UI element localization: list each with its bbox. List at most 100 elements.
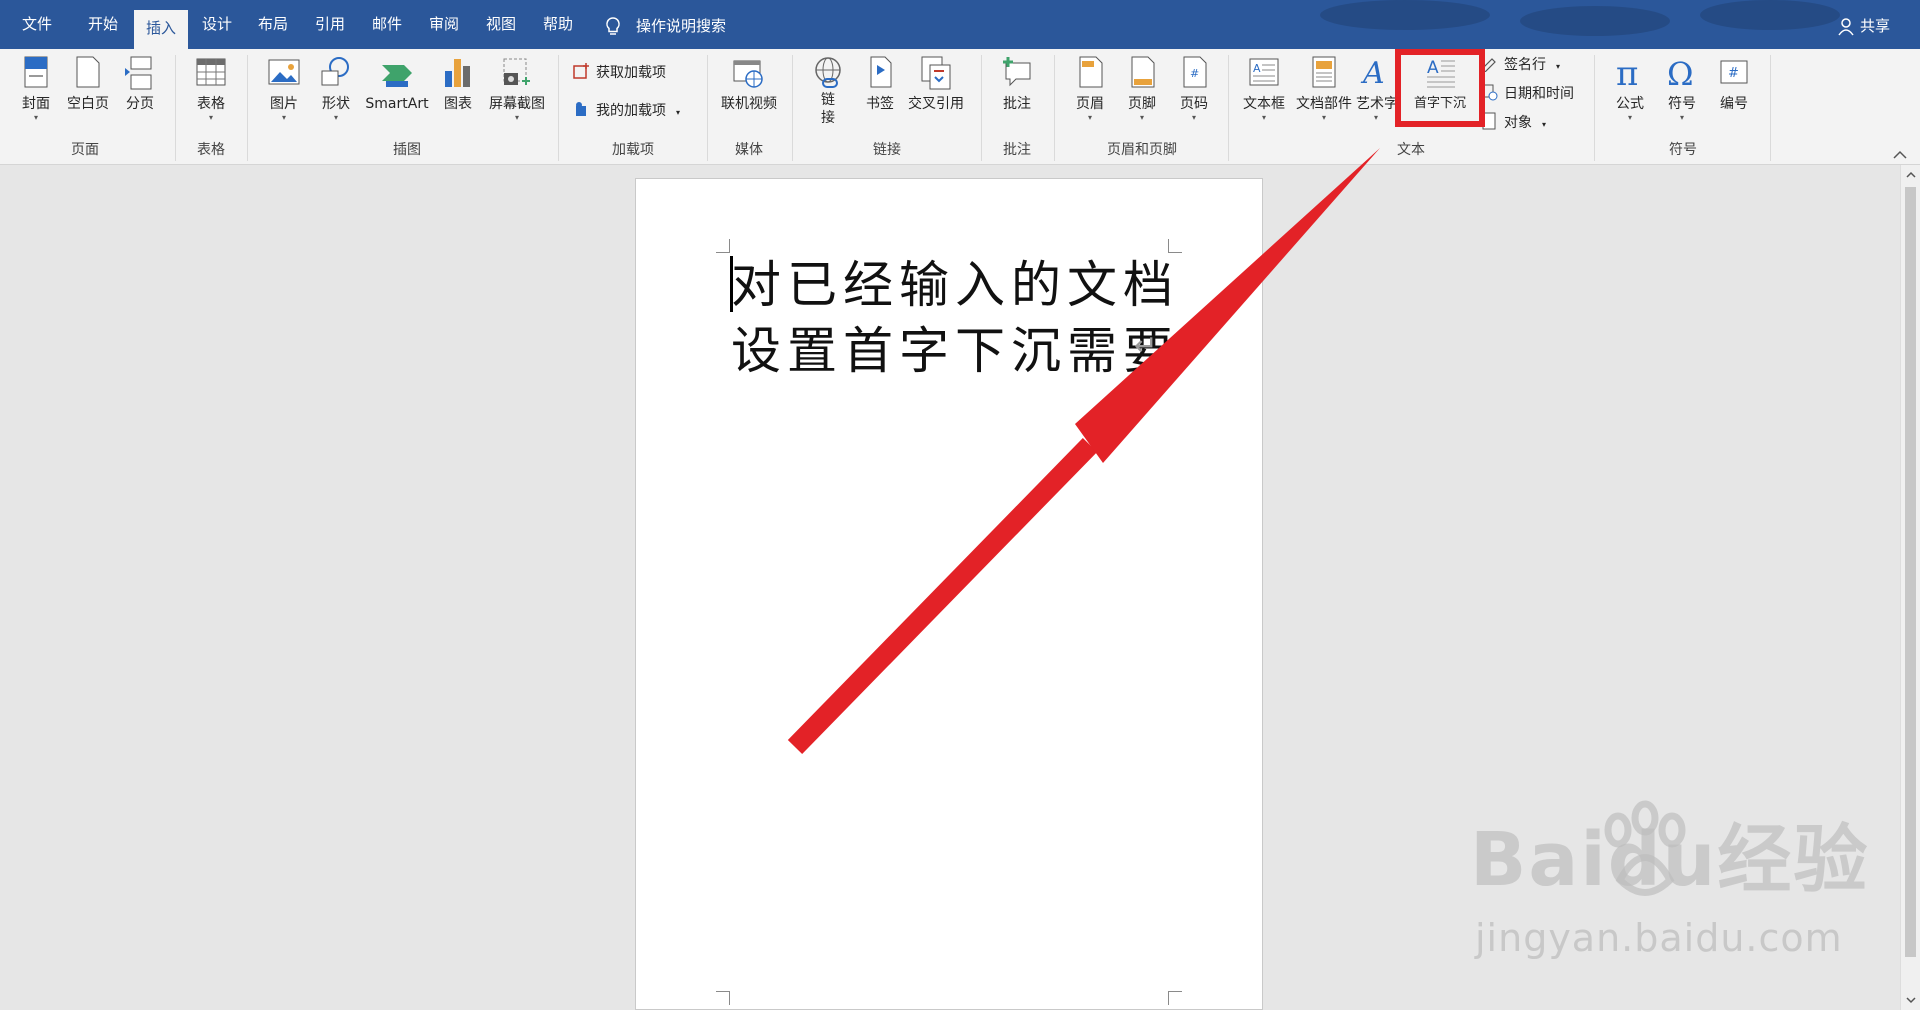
tab-view[interactable]: 视图 — [478, 12, 524, 36]
tab-design[interactable]: 设计 — [194, 12, 240, 36]
page-number-button[interactable]: # 页码 ▾ — [1172, 55, 1216, 123]
cover-page-button[interactable]: 封面 ▾ — [14, 55, 58, 123]
bookmark-button[interactable]: 书签 — [858, 55, 902, 113]
quick-parts-icon — [1312, 56, 1336, 88]
globe-link-icon — [815, 57, 841, 88]
cross-reference-icon — [921, 56, 951, 90]
page-break-icon — [125, 56, 152, 90]
equation-button[interactable]: π 公式 ▾ — [1608, 55, 1652, 123]
video-icon — [733, 60, 763, 88]
lightbulb-icon — [606, 17, 620, 35]
number-button[interactable]: # 编号 — [1712, 55, 1756, 113]
group-label-media: 媒体 — [735, 142, 763, 158]
link-button[interactable]: 链 接 — [806, 55, 850, 127]
ribbon-insert: 封面 ▾ 空白页 分页 页面 表格 ▾ 表格 图片 ▾ 形状 ▾ SmartAr… — [0, 49, 1920, 165]
quick-parts-button[interactable]: 文档部件 ▾ — [1294, 55, 1354, 123]
cover-page-icon — [24, 56, 48, 88]
divider — [1770, 55, 1771, 161]
smartart-button[interactable]: SmartArt — [362, 55, 432, 113]
header-icon — [1079, 56, 1103, 88]
online-video-button[interactable]: 联机视频 — [716, 55, 782, 113]
crop-mark — [716, 991, 730, 1005]
tell-me-search[interactable]: 操作说明搜索 — [636, 14, 726, 38]
group-label-tables: 表格 — [197, 142, 225, 158]
document-text-line[interactable]: 对已经输入的文档 — [731, 255, 1179, 315]
group-label-addins: 加载项 — [612, 142, 654, 158]
screenshot-button[interactable]: 屏幕截图 ▾ — [484, 55, 550, 123]
my-addins-button[interactable]: 我的加载项 ▾ — [572, 99, 680, 123]
share-button[interactable]: 共享 — [1860, 14, 1890, 38]
collapse-ribbon-icon[interactable] — [1892, 149, 1908, 161]
divider — [558, 55, 559, 161]
shapes-icon — [321, 57, 349, 86]
omega-icon: Ω — [1667, 55, 1694, 91]
chart-button[interactable]: 图表 — [436, 55, 480, 113]
svg-text:#: # — [1728, 66, 1739, 81]
screenshot-icon — [503, 58, 530, 85]
blank-page-button[interactable]: 空白页 — [62, 55, 114, 113]
vertical-scrollbar[interactable] — [1900, 165, 1920, 1010]
text-box-button[interactable]: A 文本框 ▾ — [1238, 55, 1290, 123]
divider — [1054, 55, 1055, 161]
title-bar: 文件 开始 插入 设计 布局 引用 邮件 审阅 视图 帮助 操作说明搜索 共享 — [0, 0, 1920, 49]
symbol-button[interactable]: Ω 符号 ▾ — [1660, 55, 1704, 123]
group-label-symbols: 符号 — [1669, 142, 1697, 158]
decorative-brush — [1320, 0, 1490, 30]
scroll-up-icon[interactable] — [1906, 170, 1916, 180]
footer-icon — [1131, 56, 1155, 88]
divider — [1594, 55, 1595, 161]
svg-text:π: π — [1616, 55, 1638, 91]
group-label-comments: 批注 — [1003, 142, 1031, 158]
svg-text:A: A — [1253, 62, 1261, 75]
footer-button[interactable]: 页脚 ▾ — [1120, 55, 1164, 123]
tab-review[interactable]: 审阅 — [421, 12, 467, 36]
group-label-illustrations: 插图 — [393, 142, 421, 158]
divider — [981, 55, 982, 161]
chart-icon — [445, 59, 470, 87]
decorative-brush — [1520, 6, 1670, 36]
tab-layout[interactable]: 布局 — [250, 12, 296, 36]
document-text-line[interactable]: 设置首字下沉需要 — [731, 321, 1179, 381]
tab-help[interactable]: 帮助 — [535, 12, 581, 36]
tab-file[interactable]: 文件 — [14, 12, 60, 36]
text-box-icon: A — [1249, 58, 1279, 86]
signature-line-button[interactable]: 签名行 ▾ — [1480, 53, 1560, 77]
date-time-button[interactable]: 日期和时间 — [1480, 82, 1574, 106]
picture-button[interactable]: 图片 ▾ — [262, 55, 306, 123]
person-icon — [1838, 18, 1854, 36]
highlight-box — [1395, 49, 1485, 127]
header-button[interactable]: 页眉 ▾ — [1068, 55, 1112, 123]
divider — [247, 55, 248, 161]
scrollbar-thumb[interactable] — [1905, 187, 1916, 957]
smartart-icon — [382, 65, 412, 87]
document-page[interactable]: 对已经输入的文档 设置首字下沉需要 ↵ — [635, 178, 1263, 1010]
shapes-button[interactable]: 形状 ▾ — [314, 55, 358, 123]
paragraph-mark-icon: ↵ — [1134, 329, 1158, 362]
cross-reference-button[interactable]: 交叉引用 — [904, 55, 968, 113]
group-label-header-footer: 页眉和页脚 — [1107, 142, 1177, 158]
tab-mailings[interactable]: 邮件 — [364, 12, 410, 36]
new-comment-button[interactable]: 批注 — [994, 55, 1040, 113]
svg-text:A: A — [1360, 56, 1385, 91]
object-button[interactable]: 对象 ▾ — [1480, 111, 1546, 135]
tab-insert[interactable]: 插入 — [134, 10, 188, 49]
table-icon — [196, 58, 226, 86]
watermark-brand: Baidu经验 — [1470, 817, 1870, 903]
addin-icon — [576, 102, 586, 116]
scroll-down-icon[interactable] — [1906, 995, 1916, 1005]
table-button[interactable]: 表格 ▾ — [188, 55, 234, 123]
tab-home[interactable]: 开始 — [80, 12, 126, 36]
crop-mark — [716, 239, 730, 253]
wordart-button[interactable]: A 艺术字 ▾ — [1356, 55, 1396, 123]
get-addins-button[interactable]: 获取加载项 — [572, 61, 666, 85]
divider — [175, 55, 176, 161]
divider — [707, 55, 708, 161]
tab-references[interactable]: 引用 — [307, 12, 353, 36]
decorative-brush — [1700, 0, 1840, 30]
wordart-icon: A — [1360, 56, 1385, 91]
page-break-button[interactable]: 分页 — [118, 55, 162, 113]
divider — [792, 55, 793, 161]
picture-icon — [268, 59, 300, 85]
crop-mark — [1168, 991, 1182, 1005]
group-label-text: 文本 — [1397, 142, 1425, 158]
